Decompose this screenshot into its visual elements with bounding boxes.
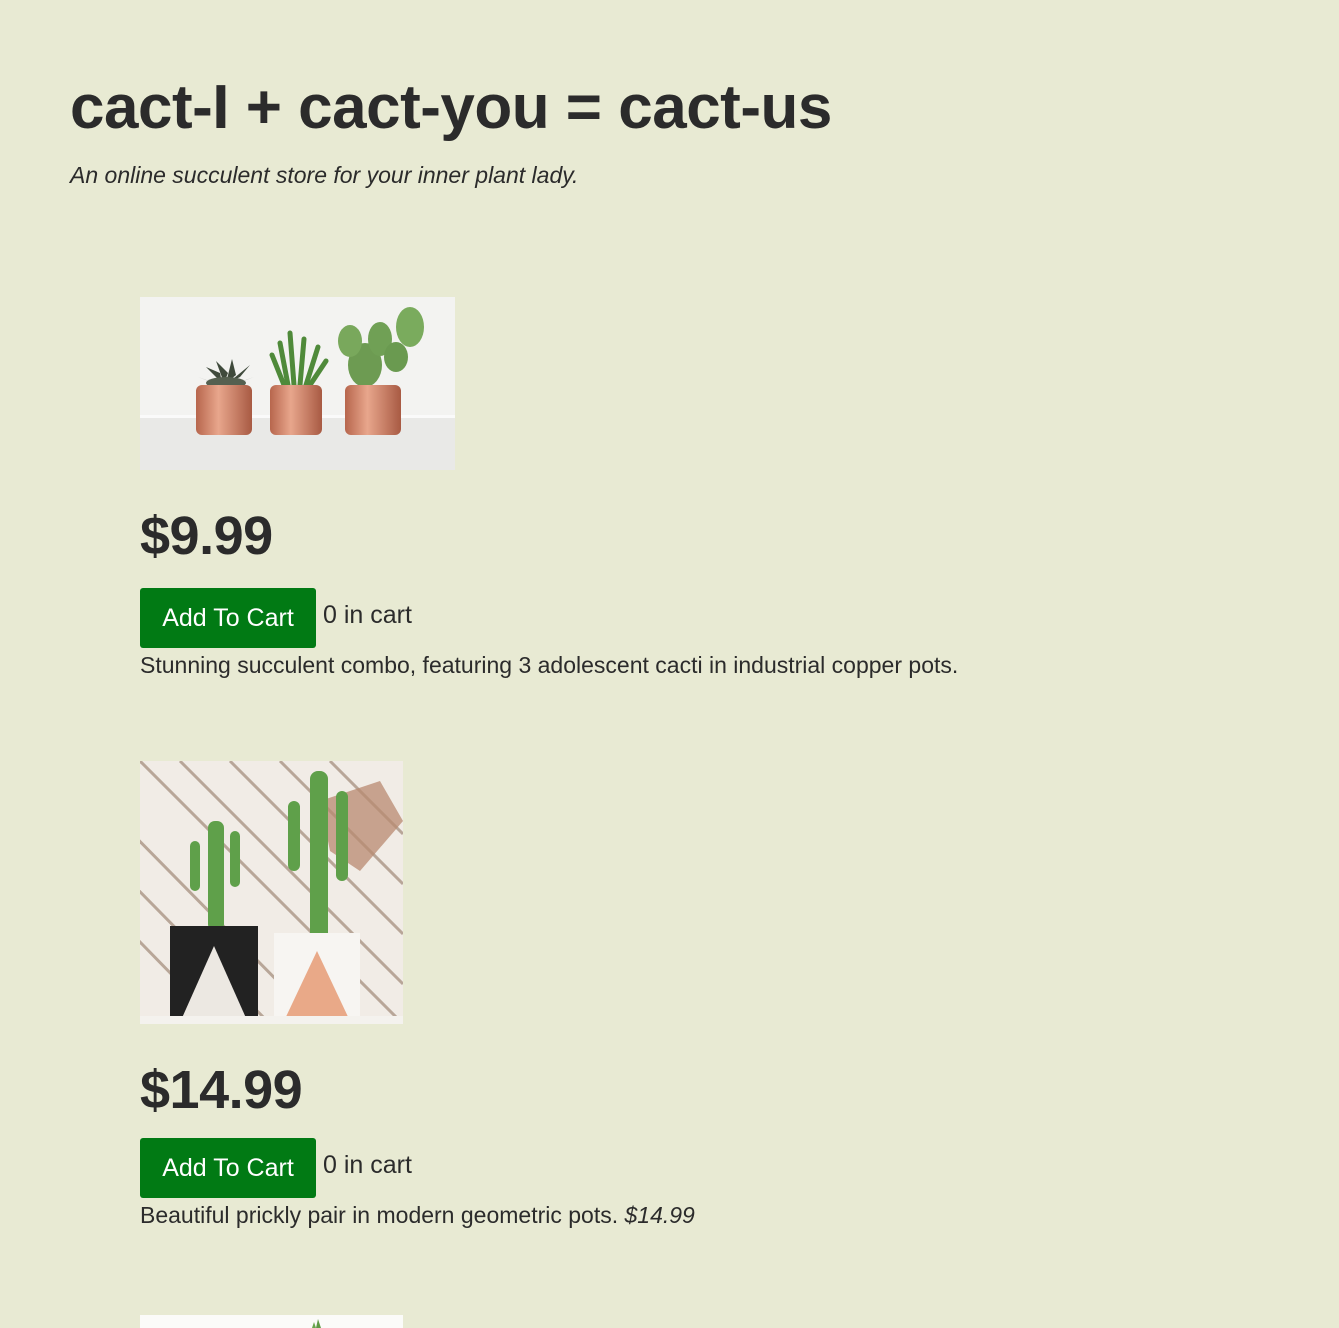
product-description-text: Beautiful prickly pair in modern geometr… <box>140 1202 619 1228</box>
cart-count: 0 in cart <box>323 601 412 629</box>
page: cact-I + cact-you = cact-us An online su… <box>0 0 1339 1328</box>
cart-row: Add To Cart 0 in cart <box>140 588 958 648</box>
product-price: $9.99 <box>140 506 273 566</box>
cart-count: 0 in cart <box>323 1151 412 1179</box>
cart-row: Add To Cart 0 in cart <box>140 1138 695 1198</box>
product-description-text: Stunning succulent combo, featuring 3 ad… <box>140 652 959 678</box>
succulent-image <box>140 1315 403 1328</box>
three-cacti-copper-pots-image <box>140 297 455 470</box>
add-to-cart-button[interactable]: Add To Cart <box>140 588 316 648</box>
product-card: $9.99 Add To Cart 0 in cart Stunning suc… <box>140 297 958 680</box>
product-price: $14.99 <box>140 1060 303 1120</box>
product-card <box>140 1315 403 1328</box>
product-description-price: $14.99 <box>624 1202 695 1228</box>
two-cacti-geometric-pots-image <box>140 761 403 1024</box>
product-description: Stunning succulent combo, featuring 3 ad… <box>140 650 958 680</box>
product-card: $14.99 Add To Cart 0 in cart Beautiful p… <box>140 761 695 1230</box>
site-tagline: An online succulent store for your inner… <box>70 162 579 188</box>
site-title: cact-I + cact-you = cact-us <box>70 73 832 142</box>
add-to-cart-button[interactable]: Add To Cart <box>140 1138 316 1198</box>
product-description: Beautiful prickly pair in modern geometr… <box>140 1200 695 1230</box>
